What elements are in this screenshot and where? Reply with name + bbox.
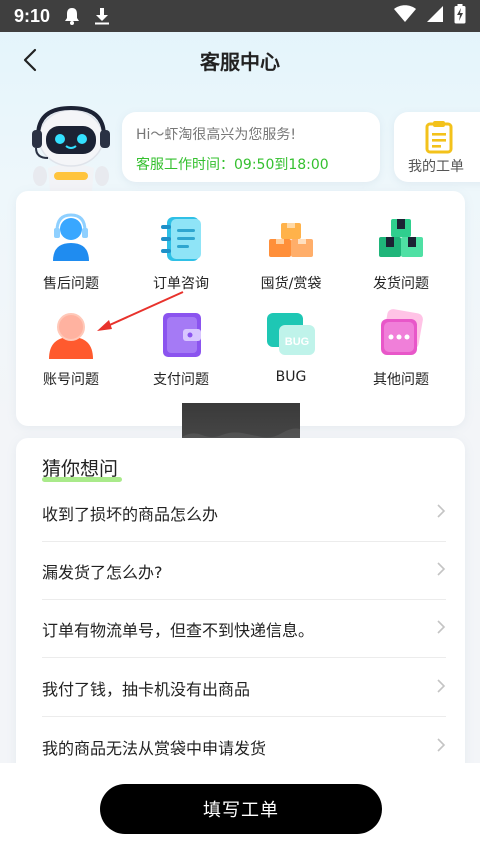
faq-question: 漏发货了怎么办?	[42, 562, 163, 582]
bug-card-icon: BUG	[265, 309, 317, 361]
annotation-arrow	[95, 290, 187, 338]
category-grid: 售后问题 订单咨询 囤货/赏袋 发货问题 账号问题 支付问题 BUG BUG 其…	[16, 191, 465, 426]
navigation-bar: 客服中心	[0, 32, 480, 88]
category-label: 其他问题	[373, 372, 429, 388]
notification-bell-icon	[64, 7, 80, 25]
agent-headset-icon	[45, 213, 97, 265]
category-label: 发货问题	[373, 276, 429, 292]
greeting-card: Hi～虾淘很高兴为您服务! 客服工作时间：09:50到18:00	[122, 112, 380, 182]
battery-charging-icon	[454, 3, 466, 29]
faq-section: 猜你想问 收到了损坏的商品怎么办 漏发货了怎么办? 订单有物流单号，但查不到快递…	[16, 438, 465, 778]
chevron-right-icon	[436, 619, 446, 639]
status-bar: 9:10	[0, 0, 480, 32]
signal-icon	[426, 5, 444, 28]
category-label: BUG	[275, 369, 307, 385]
greeting-line: Hi～虾淘很高兴为您服务!	[136, 127, 297, 143]
service-hours: 客服工作时间：09:50到18:00	[136, 157, 329, 173]
boxes-stack-icon	[265, 213, 317, 265]
faq-question: 我的商品无法从赏袋中申请发货	[42, 739, 267, 758]
faq-question: 收到了损坏的商品怎么办	[42, 504, 219, 524]
faq-item[interactable]: 收到了损坏的商品怎么办	[42, 484, 446, 542]
category-label: 囤货/赏袋	[260, 276, 322, 292]
category-order[interactable]: 订单咨询	[131, 213, 231, 293]
chevron-right-icon	[436, 503, 446, 523]
chevron-right-icon	[436, 561, 446, 581]
user-account-icon	[45, 309, 97, 361]
gift-boxes-icon	[375, 213, 427, 265]
category-shipping[interactable]: 发货问题	[351, 213, 451, 293]
faq-title: 猜你想问	[42, 454, 122, 482]
submit-ticket-button[interactable]: 填写工单	[100, 784, 382, 834]
status-time: 9:10	[14, 5, 51, 26]
wifi-icon	[394, 4, 416, 28]
clipboard-icon	[424, 120, 454, 158]
download-icon	[94, 7, 110, 25]
notebook-icon	[155, 213, 207, 265]
my-tickets-label: 我的工单	[408, 159, 464, 175]
faq-question: 订单有物流单号，但查不到快递信息。	[42, 620, 315, 640]
category-other[interactable]: 其他问题	[351, 309, 451, 389]
faq-item[interactable]: 订单有物流单号，但查不到快递信息。	[42, 600, 446, 658]
faq-question: 我付了钱，抽卡机没有出商品	[42, 679, 251, 699]
robot-mascot	[26, 105, 116, 192]
my-tickets-button[interactable]: 我的工单	[394, 112, 480, 182]
chevron-right-icon	[436, 678, 446, 698]
category-after-sales[interactable]: 售后问题	[21, 213, 121, 293]
faq-item[interactable]: 我付了钱，抽卡机没有出商品	[42, 659, 446, 717]
faq-item[interactable]: 漏发货了怎么办?	[42, 542, 446, 600]
category-stock-bag[interactable]: 囤货/赏袋	[241, 213, 341, 293]
svg-text:BUG: BUG	[285, 336, 309, 348]
category-bug[interactable]: BUG BUG	[241, 309, 341, 385]
page-title: 客服中心	[200, 50, 280, 74]
chevron-right-icon	[436, 737, 446, 757]
category-label: 支付问题	[153, 372, 209, 388]
chat-bubble-icon	[375, 309, 427, 361]
category-label: 账号问题	[43, 372, 99, 388]
